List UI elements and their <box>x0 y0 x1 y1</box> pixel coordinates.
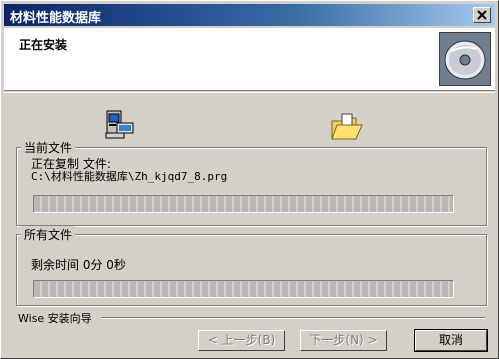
close-icon <box>477 10 487 20</box>
cd-install-icon <box>439 32 491 86</box>
computer-icon <box>104 109 136 145</box>
remaining-time-text: 剩余时间 0分 0秒 <box>31 258 126 272</box>
page-title: 正在安装 <box>19 38 68 52</box>
header-divider <box>4 92 495 93</box>
back-button[interactable]: < 上一步(B) <box>198 330 285 351</box>
footer-divider <box>101 317 485 318</box>
window-title: 材料性能数据库 <box>10 11 102 26</box>
current-file-group: 当前文件 正在复制 文件: C:\材料性能数据库\Zh_kjqd7_8.prg <box>16 139 487 226</box>
header-panel: 正在安装 <box>4 28 495 91</box>
all-files-label: 所有文件 <box>21 226 76 243</box>
cancel-button[interactable]: 取消 <box>414 329 488 352</box>
title-bar[interactable]: 材料性能数据库 <box>4 4 495 26</box>
current-file-label: 当前文件 <box>21 139 76 156</box>
next-button[interactable]: 下一步(N) > <box>300 330 387 351</box>
all-files-progress-bar <box>33 280 454 298</box>
all-files-group: 所有文件 剩余时间 0分 0秒 <box>16 226 487 306</box>
current-file-path: C:\材料性能数据库\Zh_kjqd7_8.prg <box>31 170 228 183</box>
current-file-progress-bar <box>33 195 454 213</box>
folder-icon <box>330 113 364 147</box>
installer-window: 材料性能数据库 正在安装 当前文件 正在复制 文件: C:\材料性能数据库\Zh… <box>0 0 499 359</box>
close-button[interactable] <box>473 7 491 23</box>
wizard-label: Wise 安装向导 <box>18 312 92 325</box>
